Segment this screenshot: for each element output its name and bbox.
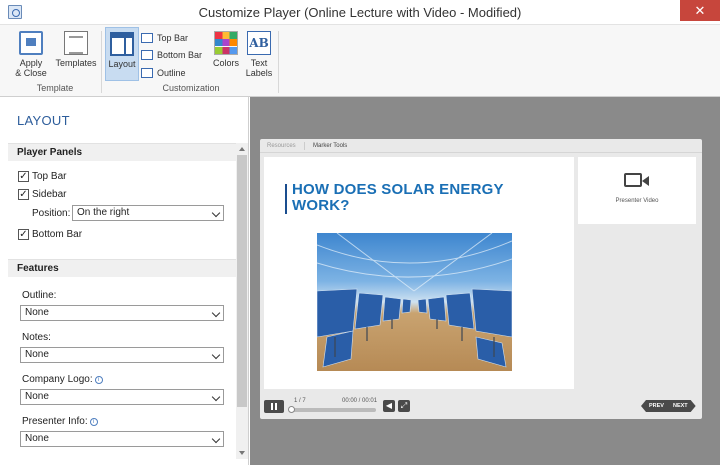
player-panels-heading: Player Panels	[8, 143, 236, 161]
apply-close-icon	[19, 31, 43, 55]
chevron-down-icon	[211, 208, 221, 218]
group-label-template: Template	[36, 83, 74, 93]
scrollbar-thumb[interactable]	[237, 155, 247, 407]
tab-resources[interactable]: Resources	[267, 139, 296, 153]
seek-bar[interactable]	[290, 408, 376, 412]
colors-palette-icon	[214, 31, 238, 55]
chevron-down-icon	[211, 308, 221, 318]
sidebar-checkbox[interactable]: ✓ Sidebar	[18, 189, 66, 203]
pause-button[interactable]	[264, 400, 284, 413]
ribbon: Apply & Close Templates Template Layout …	[0, 25, 720, 97]
player-controls: 1 / 7 00:00 / 00:01 ◀ ⤢ PREV NEXT	[260, 397, 702, 419]
info-icon[interactable]: i	[94, 376, 103, 384]
chevron-down-icon	[211, 434, 221, 444]
slide-title: HOW DOES SOLAR ENERGY WORK?	[292, 181, 504, 214]
templates-icon	[64, 31, 88, 55]
tab-marker-tools[interactable]: Marker Tools	[313, 139, 347, 153]
outline-select[interactable]: None	[20, 305, 224, 321]
checkbox-check-icon: ✓	[18, 171, 29, 182]
prev-button[interactable]: PREV	[641, 400, 669, 412]
presenter-info-label: Presenter Info: i	[22, 416, 98, 427]
layout-button[interactable]: Layout	[105, 27, 139, 81]
apply-close-button[interactable]: Apply & Close	[10, 27, 52, 78]
features-heading: Features	[8, 259, 236, 277]
outline-button[interactable]: Outline	[141, 65, 186, 81]
company-logo-select[interactable]: None	[20, 389, 224, 405]
text-labels-button[interactable]: AB Text Labels	[243, 27, 275, 78]
fullscreen-icon[interactable]: ⤢	[398, 400, 410, 412]
next-button[interactable]: NEXT	[668, 400, 696, 412]
volume-icon[interactable]: ◀	[383, 400, 395, 412]
notes-select[interactable]: None	[20, 347, 224, 363]
presenter-video-label: Presenter Video	[615, 198, 659, 204]
seek-handle[interactable]	[288, 406, 295, 413]
position-label: Position:	[32, 208, 71, 219]
slide-counter: 1 / 7	[294, 398, 306, 404]
title-bar: Customize Player (Online Lecture with Vi…	[0, 0, 720, 25]
notes-label: Notes:	[22, 332, 51, 343]
video-camera-icon	[624, 173, 649, 187]
settings-panel: LAYOUT Player Panels ✓ Top Bar ✓ Sidebar…	[0, 97, 249, 465]
info-icon[interactable]: i	[89, 418, 98, 426]
chevron-down-icon	[211, 392, 221, 402]
bottom-bar-checkbox[interactable]: ✓ Bottom Bar	[18, 229, 82, 243]
slide-area: HOW DOES SOLAR ENERGY WORK?	[264, 157, 574, 389]
player-frame: Resources Marker Tools HOW DOES SOLAR EN…	[260, 139, 702, 419]
chevron-down-icon	[211, 350, 221, 360]
bottom-bar-icon	[141, 50, 153, 60]
panel-heading: LAYOUT	[17, 113, 70, 128]
colors-button[interactable]: Colors	[208, 27, 244, 68]
solar-panels-illustration	[317, 233, 512, 368]
company-logo-label: Company Logo: i	[22, 374, 103, 385]
presenter-video-panel: Presenter Video	[578, 157, 696, 224]
player-preview: Resources Marker Tools HOW DOES SOLAR EN…	[250, 97, 720, 465]
top-bar-checkbox[interactable]: ✓ Top Bar	[18, 171, 66, 185]
presenter-info-select[interactable]: None	[20, 431, 224, 447]
scroll-up-icon[interactable]	[239, 147, 245, 151]
tab-divider	[304, 142, 305, 150]
top-bar-icon	[141, 33, 153, 43]
checkbox-check-icon: ✓	[18, 189, 29, 200]
top-bar-button[interactable]: Top Bar	[141, 30, 188, 46]
player-tabs: Resources Marker Tools	[260, 139, 702, 153]
settings-scrollbar[interactable]	[236, 143, 248, 459]
scroll-down-icon[interactable]	[239, 451, 245, 455]
ribbon-separator	[278, 31, 279, 93]
solar-panels-image	[317, 233, 512, 371]
text-labels-icon: AB	[247, 31, 271, 55]
position-select[interactable]: On the right	[72, 205, 224, 221]
group-label-customization: Customization	[162, 83, 220, 93]
ribbon-separator	[101, 31, 102, 93]
bottom-bar-button[interactable]: Bottom Bar	[141, 47, 202, 63]
outline-icon	[141, 68, 153, 78]
time-display: 00:00 / 00:01	[342, 398, 378, 404]
templates-button[interactable]: Templates	[54, 27, 98, 68]
outline-label: Outline:	[22, 290, 57, 301]
close-button[interactable]: ✕	[680, 0, 720, 21]
checkbox-check-icon: ✓	[18, 229, 29, 240]
slide-title-accent	[285, 184, 287, 214]
layout-icon	[110, 32, 134, 56]
window-title: Customize Player (Online Lecture with Vi…	[198, 5, 522, 20]
